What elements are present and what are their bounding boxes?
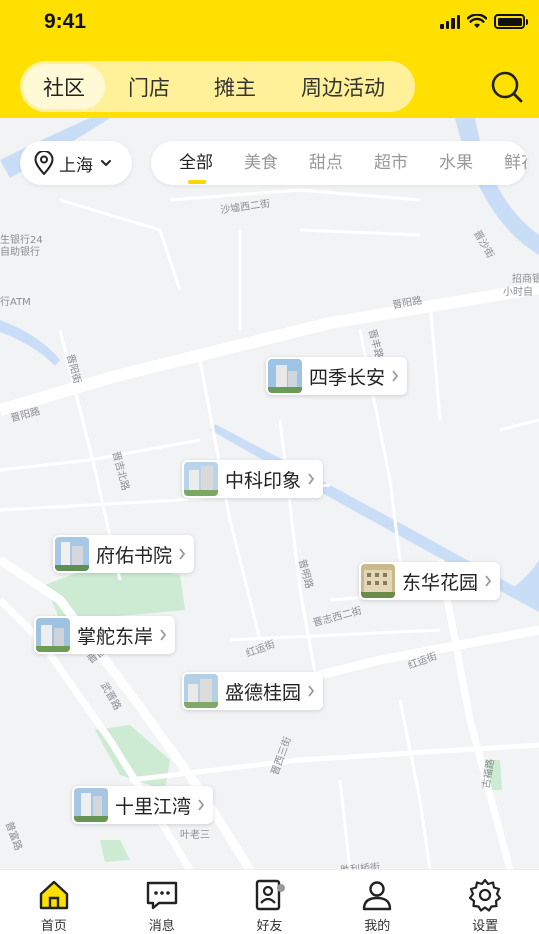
category-flowers[interactable]: 鲜花 (504, 141, 527, 185)
tab-profile[interactable]: 我的 (323, 870, 431, 934)
community-name: 府佑书院 (96, 544, 173, 567)
category-fruit[interactable]: 水果 (439, 141, 473, 185)
top-header: 9:41 社区 门店 摊主 周边活动 (0, 0, 539, 118)
chevron-right-icon (179, 548, 186, 560)
community-name: 十里江湾 (115, 795, 192, 818)
message-icon (146, 881, 177, 910)
city-selector[interactable]: 上海 (20, 141, 132, 185)
building-thumbnail-icon (55, 537, 89, 571)
chevron-down-icon (101, 160, 111, 167)
community-marker[interactable]: 盛德桂园 (182, 672, 324, 710)
contacts-icon (256, 879, 286, 911)
tab-friends[interactable]: 好友 (216, 870, 324, 934)
building-thumbnail-icon (74, 788, 108, 822)
building-thumbnail-icon (36, 618, 70, 652)
wifi-icon (467, 14, 487, 28)
community-name: 掌舵东岸 (77, 625, 154, 648)
category-segment-control: 社区 门店 摊主 周边活动 (20, 61, 415, 112)
category-food[interactable]: 美食 (244, 141, 278, 185)
user-icon (363, 881, 392, 911)
segment-nearby-events[interactable]: 周边活动 (277, 64, 409, 109)
community-name: 四季长安 (309, 366, 386, 389)
active-category-indicator (188, 180, 206, 184)
community-marker[interactable]: 掌舵东岸 (34, 616, 176, 654)
tab-label: 我的 (364, 919, 391, 934)
tab-settings[interactable]: 设置 (431, 870, 539, 934)
building-thumbnail-icon (184, 674, 218, 708)
tab-label: 好友 (256, 919, 283, 934)
category-dessert[interactable]: 甜点 (309, 141, 343, 185)
map-label: 叶老三 (180, 830, 210, 841)
community-marker[interactable]: 府佑书院 (53, 535, 195, 573)
bottom-tab-bar: 首页 消息 好友 我的 设置 (0, 870, 539, 934)
chevron-right-icon (485, 575, 492, 587)
chevron-right-icon (308, 473, 315, 485)
status-time: 9:41 (44, 10, 87, 33)
building-thumbnail-icon (361, 564, 395, 598)
community-name: 盛德桂园 (225, 681, 302, 704)
chevron-right-icon (160, 629, 167, 641)
location-pin-icon (34, 151, 54, 175)
gear-icon (468, 878, 502, 912)
segment-vendors[interactable]: 摊主 (193, 64, 277, 109)
chevron-right-icon (308, 685, 315, 697)
community-marker[interactable]: 东华花园 (359, 562, 501, 600)
community-name: 中科印象 (225, 469, 302, 492)
home-icon (39, 880, 69, 910)
segment-community[interactable]: 社区 (23, 64, 105, 109)
chevron-right-icon (392, 370, 399, 382)
chevron-right-icon (198, 799, 205, 811)
tab-label: 设置 (472, 919, 499, 934)
search-icon[interactable] (490, 70, 524, 104)
category-supermarket[interactable]: 超市 (374, 141, 408, 185)
building-thumbnail-icon (268, 359, 302, 393)
community-name: 东华花园 (402, 571, 479, 594)
status-icons (440, 14, 528, 29)
battery-icon (494, 14, 528, 29)
map-label: 自助银行 (0, 247, 40, 258)
category-all[interactable]: 全部 (179, 141, 213, 185)
tab-messages[interactable]: 消息 (108, 870, 216, 934)
community-marker[interactable]: 十里江湾 (72, 786, 214, 824)
city-name: 上海 (59, 155, 93, 176)
tab-label: 首页 (40, 919, 67, 934)
segment-stores[interactable]: 门店 (105, 64, 193, 109)
cellular-signal-icon (440, 14, 460, 29)
building-thumbnail-icon (184, 462, 218, 496)
map-label: 小时自 (503, 287, 533, 298)
community-marker[interactable]: 四季长安 (266, 357, 408, 395)
community-marker[interactable]: 中科印象 (182, 460, 324, 498)
tab-home[interactable]: 首页 (0, 870, 108, 934)
tab-label: 消息 (148, 919, 175, 934)
map-label: 行ATM (0, 297, 31, 308)
category-filter-bar: 全部 美食 甜点 超市 水果 鲜花 (151, 141, 527, 185)
